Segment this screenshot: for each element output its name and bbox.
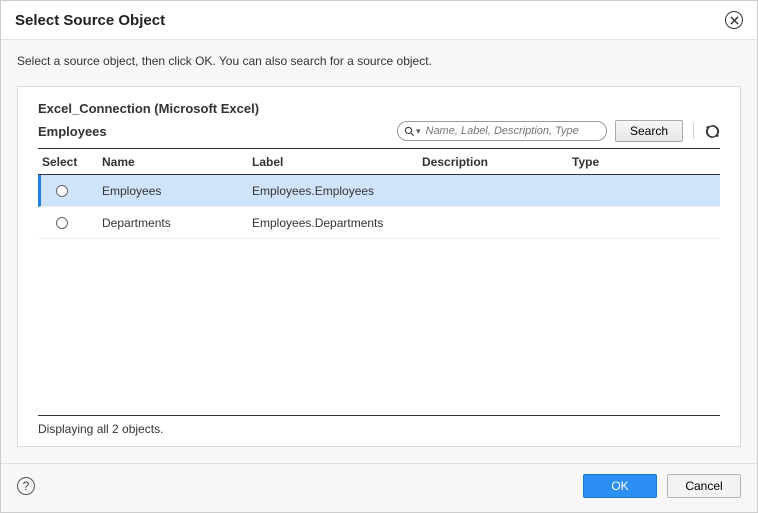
- row-radio[interactable]: [56, 185, 68, 197]
- col-name: Name: [102, 155, 252, 169]
- search-field[interactable]: ▾: [397, 121, 607, 141]
- refresh-icon[interactable]: [704, 123, 720, 139]
- cancel-button[interactable]: Cancel: [667, 474, 741, 498]
- search-button[interactable]: Search: [615, 120, 683, 142]
- dialog-title: Select Source Object: [15, 12, 165, 29]
- table-row[interactable]: Employees Employees.Employees: [38, 175, 720, 207]
- row-name: Employees: [102, 184, 252, 198]
- entity-name: Employees: [38, 124, 107, 139]
- col-select: Select: [42, 155, 102, 169]
- connection-title: Excel_Connection (Microsoft Excel): [38, 101, 720, 116]
- search-input[interactable]: [424, 124, 598, 138]
- help-icon[interactable]: ?: [17, 477, 35, 495]
- ok-button[interactable]: OK: [583, 474, 657, 498]
- instruction-text: Select a source object, then click OK. Y…: [1, 40, 757, 86]
- search-icon: [404, 126, 415, 137]
- object-table: Select Name Label Description Type Emplo…: [38, 148, 720, 239]
- row-radio[interactable]: [56, 217, 68, 229]
- status-text: Displaying all 2 objects.: [38, 415, 720, 436]
- row-label: Employees.Departments: [252, 216, 422, 230]
- toolbar-separator: [693, 123, 694, 139]
- table-row[interactable]: Departments Employees.Departments: [38, 207, 720, 239]
- row-name: Departments: [102, 216, 252, 230]
- col-description: Description: [422, 155, 572, 169]
- close-icon[interactable]: [725, 11, 743, 29]
- row-label: Employees.Employees: [252, 184, 422, 198]
- col-label: Label: [252, 155, 422, 169]
- col-type: Type: [572, 155, 692, 169]
- search-dropdown-caret[interactable]: ▾: [416, 126, 421, 137]
